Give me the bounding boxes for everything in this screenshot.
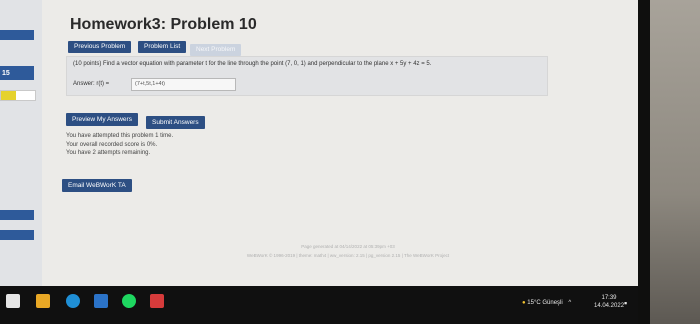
progress-bar <box>0 90 36 101</box>
sun-icon: ● <box>522 300 526 306</box>
app-icon[interactable] <box>150 294 164 308</box>
preview-answers-button[interactable]: Preview My Answers <box>66 113 138 126</box>
footer-timestamp: Page generated at 04/14/2022 at 05:39pm … <box>301 244 395 249</box>
spotify-icon[interactable] <box>122 294 136 308</box>
footer-version: WeBWorK © 1996-2019 | theme: math4 | ww_… <box>246 253 450 258</box>
sidebar-item[interactable] <box>0 30 34 40</box>
submit-answers-button[interactable]: Submit Answers <box>146 116 205 129</box>
email-ta-button[interactable]: Email WeBWorK TA <box>62 179 132 192</box>
notification-icon[interactable]: ▪ <box>624 298 627 308</box>
score-text: Your overall recorded score is 0%. <box>66 141 158 148</box>
taskbar: ● 15°C Güneşli ^ 17:39 14.04.2022 ▪ <box>0 286 638 324</box>
attempt-status: You have attempted this problem 1 time. … <box>66 132 173 158</box>
next-problem-button[interactable]: Next Problem <box>190 44 242 56</box>
sidebar-item[interactable] <box>0 230 34 240</box>
main-content: Homework3: Problem 10 Previous Problem P… <box>58 0 638 286</box>
progress-fill <box>1 91 17 100</box>
edge-browser-icon[interactable] <box>66 294 80 308</box>
file-explorer-icon[interactable] <box>36 294 50 308</box>
problem-statement: (10 points) Find a vector equation with … <box>73 61 432 67</box>
clock[interactable]: 17:39 14.04.2022 <box>594 294 624 310</box>
sidebar-item-label: 15 <box>2 69 10 77</box>
answer-label: Answer: r(t) = <box>73 81 110 87</box>
previous-problem-button[interactable]: Previous Problem <box>68 41 132 53</box>
store-icon[interactable] <box>94 294 108 308</box>
page-footer: Page generated at 04/14/2022 at 05:39pm … <box>168 242 528 260</box>
browser-page: 15 Homework3: Problem 10 Previous Proble… <box>0 0 638 286</box>
problem-box: (10 points) Find a vector equation with … <box>66 56 548 96</box>
sidebar-item[interactable] <box>0 210 34 220</box>
start-icon[interactable] <box>6 294 20 308</box>
remaining-text: You have 2 attempts remaining. <box>66 150 151 156</box>
weather-widget[interactable]: ● 15°C Güneşli ^ <box>522 300 571 306</box>
answer-input[interactable] <box>131 78 236 91</box>
sidebar: 15 <box>0 0 42 286</box>
clock-date: 14.04.2022 <box>594 303 625 309</box>
problem-list-button[interactable]: Problem List <box>138 41 187 53</box>
attempts-text: You have attempted this problem 1 time. <box>66 133 174 139</box>
page-title: Homework3: Problem 10 <box>70 16 257 33</box>
weather-text: 15°C Güneşli <box>527 300 563 306</box>
screen-bezel <box>636 0 650 324</box>
sidebar-item-current[interactable]: 15 <box>0 66 34 80</box>
chevron-up-icon[interactable]: ^ <box>568 300 571 306</box>
clock-time: 17:39 <box>601 295 617 301</box>
